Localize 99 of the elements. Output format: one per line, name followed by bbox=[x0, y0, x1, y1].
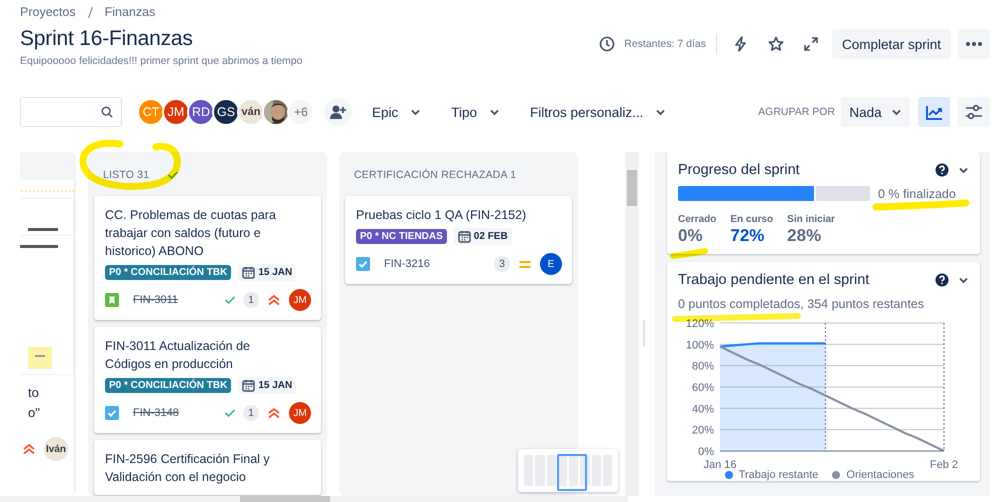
bookmark-icon bbox=[105, 293, 119, 307]
time-remaining: Restantes: 7 días bbox=[624, 38, 706, 50]
calendar-icon bbox=[242, 266, 256, 279]
insights-icon[interactable] bbox=[918, 97, 950, 127]
filter-dropdown[interactable]: Tipo bbox=[443, 97, 508, 127]
stat-label: Sin iniciar bbox=[787, 214, 835, 225]
legend-label[interactable]: Trabajo restante bbox=[738, 469, 818, 481]
sprint-goal: Equipooooo felicidades!!! primer sprint que abrimos a tiempo bbox=[20, 55, 302, 67]
estimate-badge: 1 bbox=[243, 405, 259, 421]
breadcrumb-link[interactable]: Proyectos bbox=[20, 5, 76, 19]
card-title: CC. Problemas de cuotas para trabajar con saldos (futuro e historico) ABONO bbox=[105, 207, 277, 260]
assignee-avatar[interactable]: JM bbox=[289, 289, 311, 311]
assignee-avatar[interactable]: E bbox=[540, 253, 562, 275]
stat-value: 0% bbox=[678, 226, 704, 246]
stat-label: En curso bbox=[730, 214, 774, 225]
user-avatar[interactable]: JM bbox=[162, 98, 190, 126]
help-icon[interactable] bbox=[935, 273, 949, 287]
axis-label: 0% bbox=[698, 446, 714, 458]
check-icon bbox=[224, 295, 235, 305]
due-date: 15 JAN bbox=[258, 380, 292, 391]
panel-title: Progreso del sprint bbox=[678, 162, 801, 178]
chevron-icon[interactable] bbox=[410, 107, 422, 117]
scrollbar[interactable] bbox=[0, 496, 628, 502]
scrollbar[interactable] bbox=[625, 152, 639, 496]
help-icon[interactable] bbox=[935, 163, 949, 177]
double-chevron-icon bbox=[267, 293, 281, 307]
resize-handle[interactable] bbox=[643, 320, 645, 346]
chevron-icon[interactable] bbox=[958, 165, 969, 175]
calendar-icon bbox=[242, 379, 256, 392]
panel-title: Trabajo pendiente en el sprint bbox=[678, 272, 870, 288]
assignee-avatar[interactable]: Iván bbox=[44, 437, 68, 461]
epic-tag: P0 * CONCILIACIÓN TBK bbox=[105, 378, 232, 393]
highlighter-mark bbox=[670, 248, 708, 259]
group-by-dropdown[interactable]: Nada bbox=[841, 97, 910, 127]
burndown-summary: 0 puntos completados, 354 puntos restantes bbox=[678, 297, 925, 311]
page-title: Sprint 16-Finanzas bbox=[20, 27, 194, 51]
chevron-icon[interactable] bbox=[489, 107, 500, 117]
issue-card[interactable]: FIN-3011 Actualización de Códigos en producción P0 * CONCILIACIÓN TBK 15 JAN FIN-3148 1 JM bbox=[94, 327, 321, 433]
axis-label: 40% bbox=[692, 403, 714, 416]
epic-tag: P0 * CONCILIACIÓN TBK bbox=[105, 265, 232, 280]
axis-label: 60% bbox=[692, 382, 714, 394]
progress-summary: 0 % finalizado bbox=[878, 186, 956, 200]
estimate-badge: 1 bbox=[243, 292, 259, 308]
due-date: 02 FEB bbox=[474, 231, 508, 242]
axis-label: 100% bbox=[686, 339, 714, 352]
board-minimap[interactable] bbox=[518, 449, 618, 492]
double-chevron-icon bbox=[22, 442, 36, 456]
due-date: 15 JAN bbox=[258, 267, 292, 278]
issue-key[interactable]: FIN-3011 bbox=[133, 294, 178, 306]
assignee-avatar[interactable]: JM bbox=[289, 402, 311, 424]
stat-value: 72% bbox=[730, 226, 766, 246]
check-icon bbox=[224, 408, 235, 418]
issue-key[interactable]: FIN-3216 bbox=[384, 258, 430, 270]
card-title: Pruebas ciclo 1 QA (FIN-2152) bbox=[356, 207, 528, 224]
breadcrumb-link[interactable]: Finanzas bbox=[104, 5, 156, 19]
search-icon bbox=[101, 105, 113, 119]
chevron-icon[interactable] bbox=[655, 107, 666, 117]
double-chevron-icon bbox=[267, 406, 281, 420]
card-title: FIN-2596 Certificación Final y Validación con el negocio bbox=[105, 451, 271, 486]
card-title: to bbox=[28, 384, 40, 402]
checkbox-icon bbox=[356, 257, 370, 271]
more-icon[interactable] bbox=[965, 41, 983, 47]
axis-label: Feb 2 bbox=[930, 459, 958, 471]
issue-card[interactable]: FIN-2596 Certificación Final y Validación con el negocio bbox=[94, 440, 321, 495]
axis-label: Jan 16 bbox=[703, 459, 737, 471]
issue-card[interactable]: CC. Problemas de cuotas para trabajar con saldos (futuro e historico) ABONO P0 * CONCILIACIÓN TBK 15 JAN FIN-3011 1 JM bbox=[94, 196, 321, 320]
calendar-icon bbox=[458, 230, 471, 243]
stat-value: 28% bbox=[787, 226, 822, 246]
column-title: LISTO 31 bbox=[103, 169, 150, 181]
legend-label[interactable]: Orientaciones bbox=[846, 469, 914, 481]
complete-sprint-button[interactable]: Completar sprint bbox=[832, 29, 951, 59]
user-avatar[interactable]: RD bbox=[187, 98, 215, 126]
legend-dot bbox=[832, 471, 840, 479]
group-by-label: AGRUPAR POR bbox=[758, 106, 835, 118]
card-title: o" bbox=[28, 404, 41, 422]
estimate-badge: 3 bbox=[494, 256, 510, 272]
card-title: FIN-3011 Actualización de Códigos en producción bbox=[105, 338, 251, 373]
clock-icon bbox=[599, 36, 616, 52]
stat-label: Cerrado bbox=[678, 214, 716, 225]
legend-dot bbox=[724, 471, 733, 479]
axis-label: 80% bbox=[692, 360, 714, 373]
column-title: CERTIFICACIÓN RECHAZADA 1 bbox=[354, 169, 516, 181]
chevron-icon[interactable] bbox=[958, 275, 969, 285]
search-field[interactable] bbox=[20, 97, 122, 127]
filter-dropdown[interactable]: Epic bbox=[364, 97, 430, 127]
more-users-button[interactable]: +6 bbox=[287, 98, 315, 126]
user-avatar[interactable]: GS bbox=[212, 98, 240, 126]
add-person-icon[interactable] bbox=[324, 98, 352, 126]
filter-dropdown[interactable]: Filtros personaliz... bbox=[522, 97, 674, 127]
epic-tag: P0 * NC TIENDAS bbox=[356, 229, 447, 244]
checkbox-icon bbox=[105, 406, 119, 420]
user-avatar[interactable]: ván bbox=[237, 98, 265, 126]
more-options-button[interactable] bbox=[958, 29, 990, 59]
settings-icon[interactable] bbox=[958, 97, 990, 127]
axis-label: 120% bbox=[686, 318, 714, 330]
issue-key[interactable]: FIN-3148 bbox=[133, 407, 179, 419]
axis-label: 20% bbox=[692, 424, 714, 437]
issue-card[interactable]: Pruebas ciclo 1 QA (FIN-2152) P0 * NC TIENDAS 02 FEB FIN-3216 3 E bbox=[345, 196, 572, 284]
chevron-icon[interactable] bbox=[890, 107, 902, 117]
